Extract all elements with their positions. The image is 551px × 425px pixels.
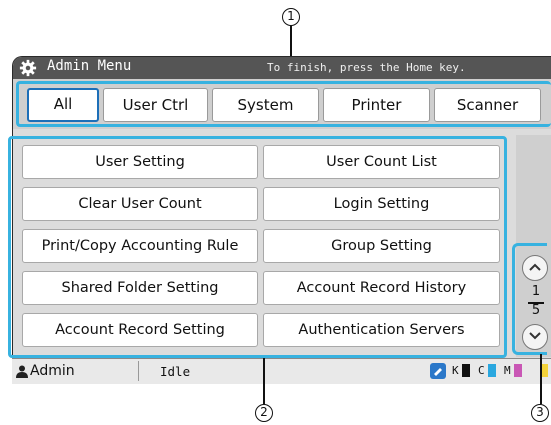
title-bar: Admin Menu To finish, press the Home key…: [13, 57, 551, 79]
shared-folder-setting-button[interactable]: Shared Folder Setting: [22, 271, 258, 305]
scroll-down-button[interactable]: [522, 324, 548, 350]
callout-1: 1: [282, 8, 300, 26]
callout-2: 2: [255, 404, 273, 422]
page-total: 5: [531, 303, 541, 318]
ink-label-m: M: [504, 364, 511, 377]
chevron-up-icon: [529, 263, 541, 271]
gear-icon: [19, 59, 37, 77]
ink-label-k: K: [452, 364, 459, 377]
group-setting-button[interactable]: Group Setting: [263, 229, 500, 263]
tab-all[interactable]: All: [27, 88, 99, 122]
scroll-up-button[interactable]: [522, 255, 548, 281]
status-divider: [138, 361, 139, 381]
status-bar: Admin Idle K C M: [12, 358, 551, 384]
user-count-list-button[interactable]: User Count List: [263, 145, 500, 179]
account-record-setting-button[interactable]: Account Record Setting: [22, 313, 258, 347]
print-copy-accounting-rule-button[interactable]: Print/Copy Accounting Rule: [22, 229, 258, 263]
ink-bar-m: [514, 364, 522, 377]
status-state: Idle: [160, 364, 191, 379]
authentication-servers-button[interactable]: Authentication Servers: [263, 313, 500, 347]
account-record-history-button[interactable]: Account Record History: [263, 271, 500, 305]
screen-title: Admin Menu: [47, 58, 132, 74]
login-setting-button[interactable]: Login Setting: [263, 187, 500, 221]
callout-2-leader: [263, 358, 265, 404]
ink-bar-k: [462, 364, 470, 377]
chevron-down-icon: [529, 332, 541, 340]
ink-bar-c: [488, 364, 496, 377]
status-user: Admin: [30, 363, 75, 379]
page-current: 1: [531, 284, 541, 299]
tab-printer[interactable]: Printer: [323, 88, 430, 122]
ink-label-c: C: [478, 364, 485, 377]
tab-scanner[interactable]: Scanner: [434, 88, 541, 122]
tab-system[interactable]: System: [212, 88, 319, 122]
ink-icon: [430, 363, 446, 379]
user-icon: [16, 365, 28, 378]
callout-3-leader: [540, 354, 542, 404]
tab-user-ctrl[interactable]: User Ctrl: [103, 88, 208, 122]
user-setting-button[interactable]: User Setting: [22, 145, 258, 179]
callout-3: 3: [531, 404, 549, 422]
finish-hint: To finish, press the Home key.: [267, 61, 466, 74]
clear-user-count-button[interactable]: Clear User Count: [22, 187, 258, 221]
